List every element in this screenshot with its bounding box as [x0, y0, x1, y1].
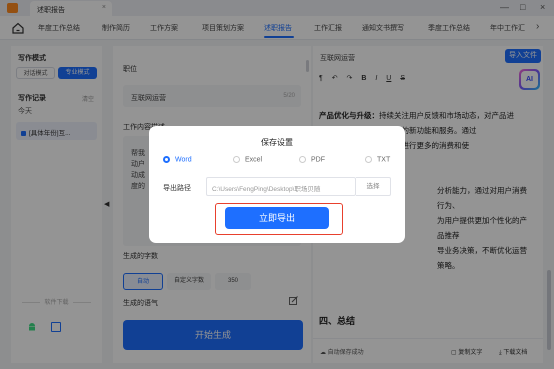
radio-icon: [163, 156, 170, 163]
dialog-title: 保存设置: [261, 138, 293, 147]
format-radio-txt[interactable]: TXT: [365, 156, 390, 163]
radio-icon: [299, 156, 306, 163]
radio-icon: [365, 156, 372, 163]
save-settings-dialog: 保存设置 Word Excel PDF TXT 导出路径 C:\Users\Fe…: [149, 126, 405, 243]
format-label: Excel: [245, 156, 263, 164]
path-label: 导出路径: [163, 185, 191, 192]
export-path-input[interactable]: C:\Users\FengPing\Desktop\职场贝随: [206, 177, 356, 196]
format-label: PDF: [311, 156, 325, 164]
format-radio-pdf[interactable]: PDF: [299, 156, 325, 163]
radio-icon: [233, 156, 240, 163]
format-radio-excel[interactable]: Excel: [233, 156, 262, 163]
format-label: TXT: [377, 156, 391, 164]
format-radio-word[interactable]: Word: [163, 156, 192, 163]
export-now-button[interactable]: 立即导出: [225, 207, 329, 229]
choose-path-button[interactable]: 选择: [356, 177, 391, 196]
format-label: Word: [175, 156, 192, 164]
